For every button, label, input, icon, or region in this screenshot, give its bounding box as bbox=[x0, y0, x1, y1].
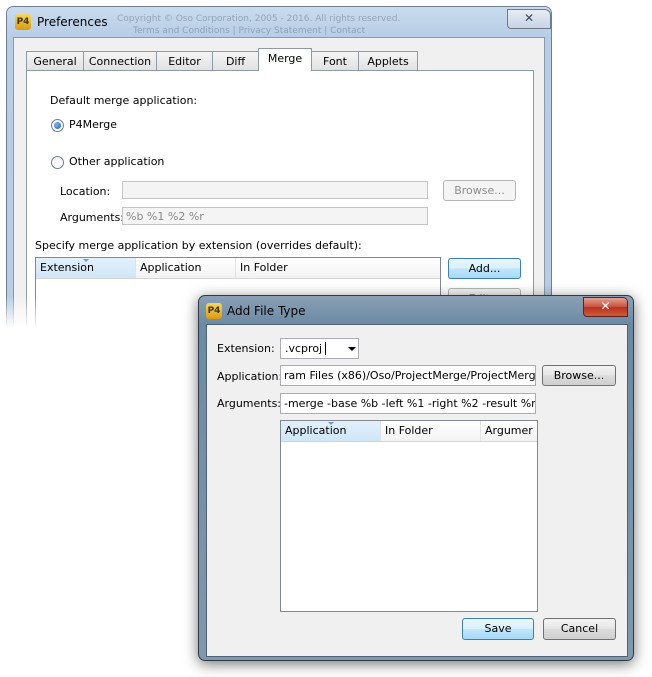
close-icon: ✕ bbox=[600, 299, 611, 313]
application-table[interactable]: Application In Folder Argumer bbox=[280, 420, 538, 612]
arguments-value: -merge -base %b -left %1 -right %2 -resu… bbox=[284, 397, 536, 410]
p4merge-label[interactable]: P4Merge bbox=[69, 118, 117, 131]
tab-general[interactable]: General bbox=[26, 51, 84, 70]
column-in-folder[interactable]: In Folder bbox=[236, 258, 440, 278]
extension-table-header: Extension Application In Folder bbox=[36, 258, 440, 279]
p4-app-icon: P4 bbox=[206, 303, 222, 319]
arguments-field[interactable]: -merge -base %b -left %1 -right %2 -resu… bbox=[280, 393, 536, 414]
p4-app-icon: P4 bbox=[15, 14, 31, 30]
dialog-title: Add File Type bbox=[227, 304, 306, 318]
application-label: Application: bbox=[217, 370, 283, 383]
window-title: Preferences bbox=[37, 15, 108, 29]
cancel-button[interactable]: Cancel bbox=[543, 618, 616, 640]
close-button[interactable]: ✕ bbox=[507, 9, 551, 29]
extension-combo[interactable]: .vcproj bbox=[280, 338, 359, 359]
dialog-close-button[interactable]: ✕ bbox=[583, 297, 628, 317]
other-application-label[interactable]: Other application bbox=[69, 155, 164, 168]
extension-value: .vcproj bbox=[285, 342, 323, 355]
sort-arrow-icon bbox=[83, 259, 89, 262]
close-icon: ✕ bbox=[523, 11, 535, 25]
dialog-browse-button[interactable]: Browse... bbox=[542, 365, 616, 386]
application-value: ram Files (x86)/Oso/ProjectMerge/Project… bbox=[284, 369, 536, 382]
tab-diff[interactable]: Diff bbox=[212, 51, 259, 70]
tab-connection[interactable]: Connection bbox=[83, 51, 157, 70]
arguments-field[interactable]: %b %1 %2 %r bbox=[122, 207, 428, 225]
copyright-line: Copyright © Oso Corporation, 2005 - 2016… bbox=[117, 14, 401, 24]
column-in-folder[interactable]: In Folder bbox=[381, 421, 481, 441]
column-application[interactable]: Application bbox=[136, 258, 236, 278]
tab-font[interactable]: Font bbox=[311, 51, 359, 70]
column-arguments[interactable]: Argumer bbox=[481, 421, 537, 441]
location-label: Location: bbox=[60, 185, 111, 198]
p4merge-radio[interactable] bbox=[51, 119, 64, 132]
add-file-type-dialog: P4 Add File Type ✕ Extension: .vcproj Ap… bbox=[198, 295, 634, 661]
application-field[interactable]: ram Files (x86)/Oso/ProjectMerge/Project… bbox=[280, 365, 536, 386]
tab-editor[interactable]: Editor bbox=[156, 51, 213, 70]
browse-button[interactable]: Browse... bbox=[443, 180, 516, 201]
arguments-label: Arguments: bbox=[60, 211, 125, 224]
tab-merge[interactable]: Merge bbox=[258, 48, 312, 71]
add-button[interactable]: Add... bbox=[448, 258, 521, 279]
extension-label: Extension: bbox=[217, 342, 275, 355]
copyright-text: Copyright © Oso Corporation, 2005 - 2016… bbox=[117, 13, 400, 37]
save-button[interactable]: Save bbox=[462, 618, 534, 640]
by-extension-label: Specify merge application by extension (… bbox=[35, 239, 362, 252]
chevron-down-icon[interactable] bbox=[348, 347, 356, 351]
arguments-label: Arguments: bbox=[217, 397, 282, 410]
tab-applets[interactable]: Applets bbox=[358, 51, 418, 70]
default-merge-label: Default merge application: bbox=[50, 94, 198, 107]
application-table-header: Application In Folder Argumer bbox=[281, 421, 537, 442]
dialog-client-area: Extension: .vcproj Application: ram File… bbox=[206, 324, 628, 657]
location-field[interactable] bbox=[122, 181, 428, 199]
sort-arrow-icon bbox=[328, 422, 334, 425]
copyright-links[interactable]: Terms and Conditions | Privacy Statement… bbox=[117, 25, 400, 37]
other-application-radio[interactable] bbox=[51, 156, 64, 169]
text-cursor bbox=[325, 342, 326, 355]
